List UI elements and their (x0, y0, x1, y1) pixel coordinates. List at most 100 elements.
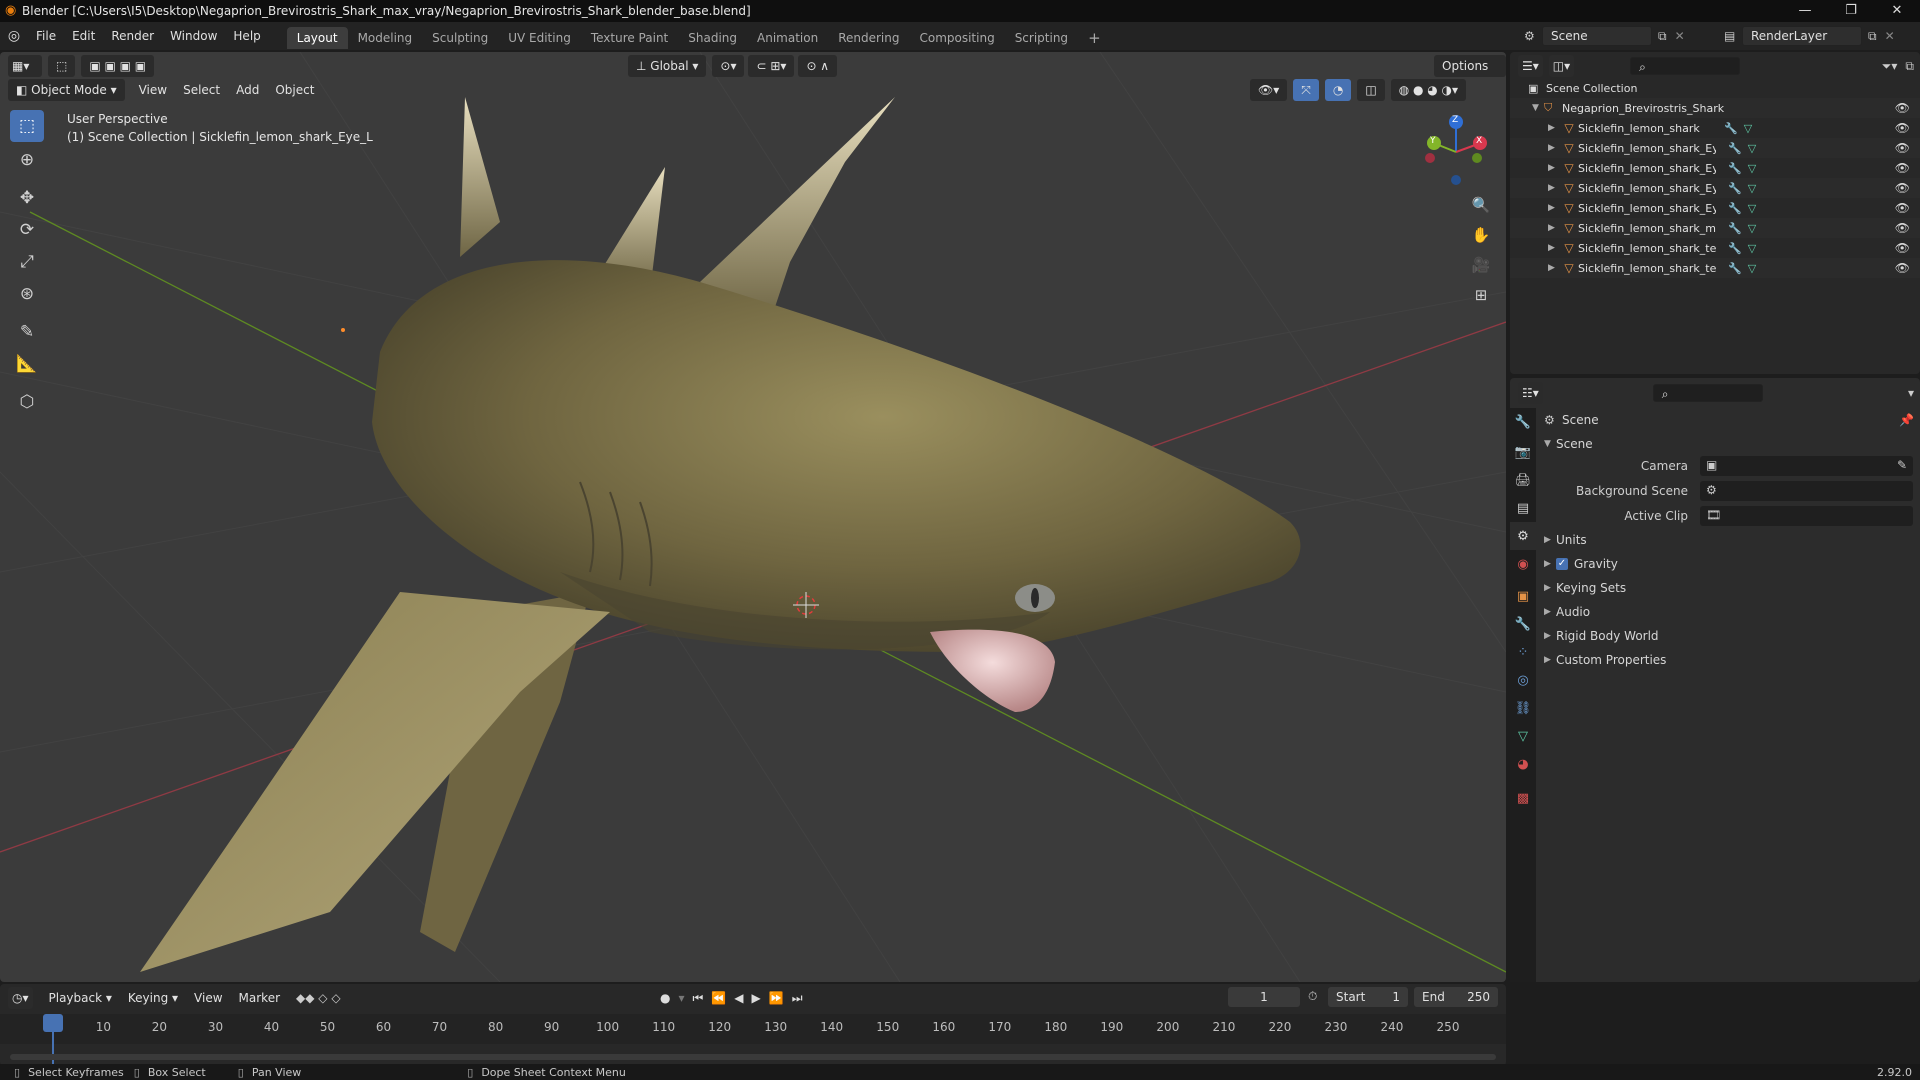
subpanel-header[interactable]: ▶ Keying Sets (1544, 578, 1914, 598)
3d-viewport[interactable]: ▦▾ ⬚ ▣ ▣ ▣ ▣ ⊥ Global ▾ ⊙▾ ⊂ ⊞▾ ⊙ ∧ Opti… (0, 52, 1506, 982)
outliner-object-row[interactable]: ▶ ▽ Sicklefin_lemon_shark_mouth 🔧 ▽ 👁 (1510, 218, 1920, 238)
world-tab-icon[interactable]: ◉ (1510, 550, 1536, 578)
modifier-wrench-icon[interactable]: 🔧 (1728, 182, 1742, 195)
playhead-handle[interactable] (43, 1014, 63, 1032)
zoom-icon[interactable]: 🔍 (1468, 192, 1494, 218)
minimize-button[interactable]: — (1782, 0, 1828, 22)
proportional-editing-toggle[interactable]: ⊙ ∧ (798, 55, 838, 77)
select-tool-mode-icon[interactable]: ⬚ (48, 55, 76, 77)
prev-keyframe-button[interactable]: ⏪ (711, 991, 726, 1005)
overlay-toggle[interactable]: ◔ (1324, 79, 1352, 101)
output-tab-icon[interactable]: 🖨 (1510, 466, 1536, 494)
object-mode-dropdown[interactable]: ◧ Object Mode ▾ (8, 79, 125, 101)
outliner-object-row[interactable]: ▶ ▽ Sicklefin_lemon_shark_teeth_up 🔧 ▽ 👁 (1510, 258, 1920, 278)
expand-icon[interactable]: ▶ (1548, 163, 1560, 173)
jump-start-button[interactable]: ⏮ (693, 991, 704, 1006)
cursor-tool[interactable]: ⊕ (10, 144, 44, 176)
outliner-search-input[interactable]: ⌕ (1630, 57, 1741, 75)
add-cube-tool[interactable]: ⬡ (10, 386, 44, 418)
outliner-panel[interactable]: ☰▾ ◫▾ ⌕ ⏷▾ ⧉ ▣ Scene Collection ▼ ⛉ Nega… (1510, 52, 1920, 374)
mesh-data-icon[interactable]: ▽ (1744, 122, 1752, 135)
tab-animation[interactable]: Animation (747, 27, 828, 49)
expand-icon[interactable]: ▶ (1548, 123, 1560, 133)
tab-rendering[interactable]: Rendering (828, 27, 909, 49)
menu-playback[interactable]: Playback ▾ (41, 987, 120, 1009)
pin-icon[interactable]: 📌 (1899, 413, 1914, 427)
menu-view[interactable]: View (131, 79, 175, 101)
visibility-eye-icon[interactable]: 👁 (1895, 141, 1910, 155)
render-tab-icon[interactable]: 📷 (1510, 438, 1536, 466)
menu-object[interactable]: Object (267, 79, 322, 101)
add-workspace-button[interactable]: + (1078, 27, 1111, 49)
selection-mode-buttons[interactable]: ▣ ▣ ▣ ▣ (81, 55, 155, 77)
gizmo-neg-z[interactable] (1451, 175, 1461, 185)
shark-body[interactable] (372, 260, 1301, 652)
record-options-icon[interactable]: ▾ (678, 991, 684, 1005)
modifier-wrench-icon[interactable]: 🔧 (1728, 142, 1742, 155)
expand-icon[interactable]: ▶ (1548, 223, 1560, 233)
visibility-eye-icon[interactable]: 👁 (1895, 181, 1910, 195)
menu-help[interactable]: Help (225, 22, 268, 50)
snap-toggle[interactable]: ⊂ ⊞▾ (748, 55, 795, 77)
filter-icon[interactable]: ⏷▾ (1882, 59, 1898, 74)
mesh-data-tab-icon[interactable]: ▽ (1510, 722, 1536, 750)
panel-expand-icon[interactable]: ▼ (1544, 439, 1556, 449)
tab-texture-paint[interactable]: Texture Paint (581, 27, 678, 49)
tab-compositing[interactable]: Compositing (909, 27, 1004, 49)
menu-edit[interactable]: Edit (64, 22, 103, 50)
select-box-tool[interactable]: ⬚ (10, 110, 44, 142)
annotate-tool[interactable]: ✎ (10, 316, 44, 348)
modifier-wrench-icon[interactable]: 🔧 (1728, 262, 1742, 275)
expand-icon[interactable]: ▶ (1548, 243, 1560, 253)
subpanel-header[interactable]: ▶ Custom Properties (1544, 650, 1914, 670)
viewport-scene[interactable] (0, 52, 1506, 982)
menu-select[interactable]: Select (175, 79, 228, 101)
physics-tab-icon[interactable]: ◎ (1510, 666, 1536, 694)
menu-add[interactable]: Add (228, 79, 267, 101)
jump-end-button[interactable]: ⏭ (792, 991, 803, 1006)
visibility-eye-icon[interactable]: 👁 (1895, 121, 1910, 135)
scene-panel-header[interactable]: ▼ Scene (1544, 434, 1914, 454)
maximize-button[interactable]: ❐ (1828, 0, 1874, 22)
scene-name-field[interactable]: Scene (1542, 26, 1652, 46)
tab-scripting[interactable]: Scripting (1005, 27, 1078, 49)
subpanel-header[interactable]: ▶ Audio (1544, 602, 1914, 622)
camera-view-icon[interactable]: 🎥 (1468, 252, 1494, 278)
blender-menu-icon[interactable]: ◎ (0, 28, 28, 44)
rotate-tool[interactable]: ⟳ (10, 214, 44, 246)
next-keyframe-button[interactable]: ⏩ (769, 991, 784, 1005)
tab-uv-editing[interactable]: UV Editing (498, 27, 581, 49)
outliner-object-row[interactable]: ▶ ▽ Sicklefin_lemon_shark_Eye_C 🔧 ▽ 👁 (1510, 138, 1920, 158)
texture-tab-icon[interactable]: ▩ (1510, 784, 1536, 812)
panel-collapse-icon[interactable]: ▶ (1544, 535, 1556, 545)
menu-window[interactable]: Window (162, 22, 225, 50)
menu-render[interactable]: Render (103, 22, 162, 50)
expand-icon[interactable]: ▶ (1548, 263, 1560, 273)
constraints-tab-icon[interactable]: ⛓ (1510, 694, 1536, 722)
pivot-point-dropdown[interactable]: ⊙▾ (712, 55, 745, 77)
menu-keying[interactable]: Keying ▾ (120, 987, 186, 1009)
panel-collapse-icon[interactable]: ▶ (1544, 631, 1556, 641)
new-scene-icon[interactable]: ⧉ (1658, 29, 1667, 44)
panel-collapse-icon[interactable]: ▶ (1544, 655, 1556, 665)
modifier-wrench-icon[interactable]: 🔧 (1728, 202, 1742, 215)
mesh-data-icon[interactable]: ▽ (1748, 182, 1756, 195)
outliner-collection-row[interactable]: ▼ ⛉ Negaprion_Brevirostris_Shark 👁 (1510, 98, 1920, 118)
current-frame-field[interactable]: 1 (1228, 987, 1300, 1007)
properties-options-icon[interactable]: ▾ (1908, 386, 1914, 400)
particles-tab-icon[interactable]: ⁘ (1510, 638, 1536, 666)
xray-toggle[interactable]: ◫ (1357, 79, 1385, 101)
outliner-object-row[interactable]: ▶ ▽ Sicklefin_lemon_shark_Eye_L 🔧 ▽ 👁 (1510, 158, 1920, 178)
navigation-gizmo[interactable]: Z X Y (1416, 112, 1496, 192)
shark-tail-fin[interactable] (700, 97, 895, 322)
panel-collapse-icon[interactable]: ▶ (1544, 607, 1556, 617)
panel-collapse-icon[interactable]: ▶ (1544, 559, 1556, 569)
properties-search-input[interactable]: ⌕ (1652, 384, 1763, 402)
transform-orientation-dropdown[interactable]: ⊥ Global ▾ (628, 55, 707, 77)
new-view-layer-icon[interactable]: ⧉ (1868, 29, 1877, 44)
timeline-editor-type-icon[interactable]: ◷▾ (8, 987, 33, 1009)
gizmo-neg-y[interactable] (1472, 153, 1482, 163)
outliner-editor-type-icon[interactable]: ☰▾ (1518, 55, 1543, 77)
scene-selector[interactable]: ⚙ Scene ⧉ ✕ (1524, 26, 1685, 46)
shark-pectoral-fin[interactable] (140, 592, 610, 972)
